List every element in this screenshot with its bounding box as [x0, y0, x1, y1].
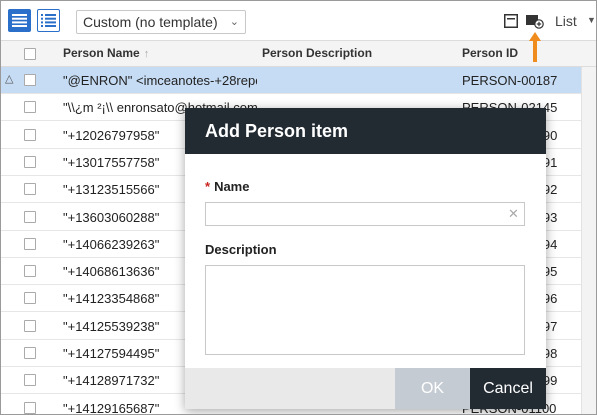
dialog-title: Add Person item — [185, 108, 546, 154]
clear-icon[interactable]: ✕ — [508, 206, 519, 222]
maximize-icon — [504, 14, 518, 28]
add-item-button[interactable] — [526, 12, 544, 30]
chevron-down-icon: ⌄ — [229, 16, 239, 28]
description-textarea[interactable] — [205, 265, 525, 355]
name-field-label: * Name — [205, 179, 249, 194]
chevron-down-icon[interactable]: ▼ — [587, 15, 596, 25]
description-field-label: Description — [205, 242, 277, 257]
cancel-button[interactable]: Cancel — [470, 368, 546, 409]
name-input[interactable] — [205, 202, 525, 226]
maximize-button[interactable] — [502, 12, 520, 30]
ok-button[interactable]: OK — [395, 368, 470, 409]
details-view-icon — [12, 14, 27, 27]
required-marker: * — [205, 179, 211, 194]
list-view-button[interactable] — [37, 9, 60, 32]
details-view-button[interactable] — [8, 9, 31, 32]
dialog-footer: OK Cancel — [185, 368, 546, 409]
add-person-dialog: Add Person item * Name ✕ Description OK C… — [185, 108, 546, 409]
app-window: Custom (no template) ⌄ List ▼ Person Nam… — [0, 0, 597, 415]
list-view-label[interactable]: List — [555, 13, 577, 29]
template-select-value: Custom (no template) — [83, 14, 218, 30]
add-item-icon — [526, 15, 544, 29]
list-view-icon — [41, 14, 56, 27]
name-label-text: Name — [214, 179, 250, 194]
template-select[interactable]: Custom (no template) ⌄ — [76, 10, 246, 34]
toolbar: Custom (no template) ⌄ List ▼ — [1, 1, 596, 41]
